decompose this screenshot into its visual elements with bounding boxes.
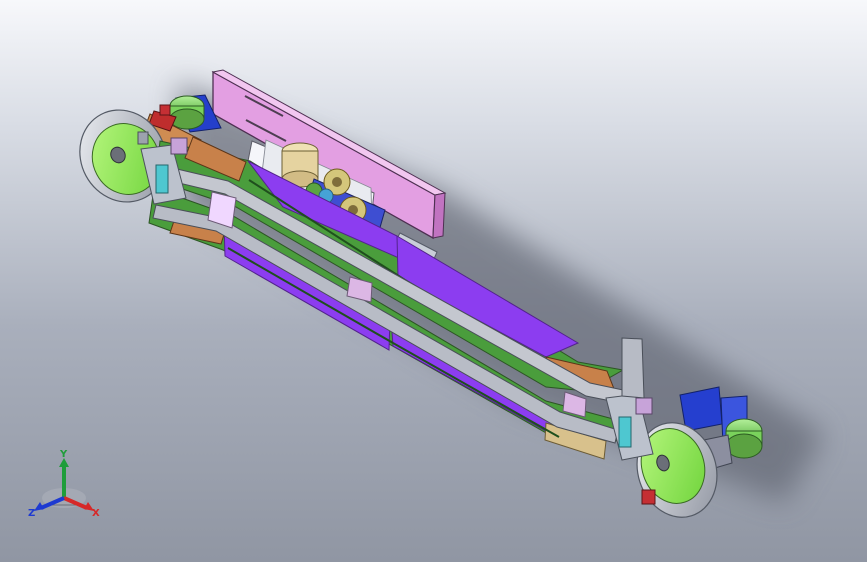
y-axis-label: Y	[59, 449, 68, 460]
z-axis-label: Z	[28, 508, 35, 519]
cad-viewport[interactable]: Y X Z	[0, 0, 867, 562]
model-scene[interactable]	[0, 0, 867, 562]
orientation-triad[interactable]: Y X Z	[26, 448, 102, 524]
z-axis-head	[34, 502, 44, 511]
x-axis-label: X	[92, 508, 100, 519]
